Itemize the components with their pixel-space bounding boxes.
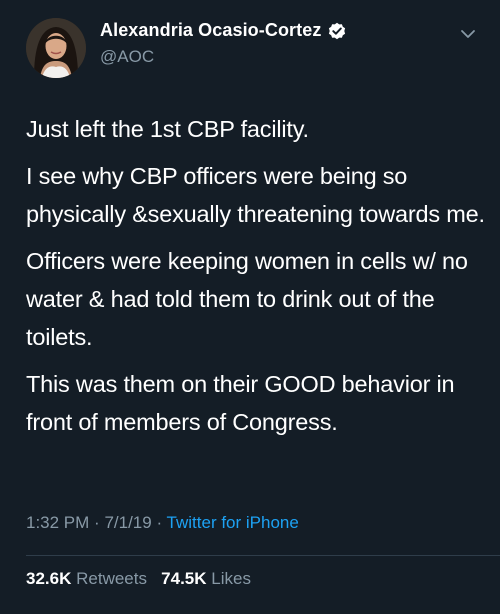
- chevron-down-icon[interactable]: [460, 27, 476, 39]
- tweet-paragraph: I see why CBP officers were being so phy…: [26, 163, 485, 227]
- tweet-date[interactable]: 7/1/19: [104, 513, 151, 532]
- display-name[interactable]: Alexandria Ocasio-Cortez: [100, 20, 321, 41]
- tweet-paragraph: This was them on their GOOD behavior in …: [26, 371, 455, 435]
- retweets-label: Retweets: [76, 569, 147, 588]
- likes-label: Likes: [211, 569, 251, 588]
- tweet-source-link[interactable]: Twitter for iPhone: [167, 513, 299, 532]
- tweet-stats: 32.6K Retweets 74.5K Likes: [26, 569, 251, 589]
- tweet-meta: 1:32 PM · 7/1/19 · Twitter for iPhone: [26, 513, 299, 533]
- tweet-header: Alexandria Ocasio-Cortez @AOC: [0, 0, 500, 100]
- user-handle[interactable]: @AOC: [100, 47, 154, 67]
- divider: [26, 555, 500, 556]
- tweet-time[interactable]: 1:32 PM: [26, 513, 89, 532]
- tweet-paragraph: Officers were keeping women in cells w/ …: [26, 248, 468, 350]
- likes-stat[interactable]: 74.5K Likes: [161, 569, 251, 588]
- likes-count: 74.5K: [161, 569, 207, 588]
- retweets-count: 32.6K: [26, 569, 72, 588]
- tweet-paragraph: Just left the 1st CBP facility.: [26, 116, 309, 142]
- tweet-card: Alexandria Ocasio-Cortez @AOC Just left …: [0, 0, 500, 614]
- name-row: Alexandria Ocasio-Cortez: [100, 20, 346, 41]
- meta-separator: ·: [94, 513, 100, 532]
- tweet-body: Just left the 1st CBP facility. I see wh…: [26, 110, 488, 450]
- retweets-stat[interactable]: 32.6K Retweets: [26, 569, 152, 588]
- meta-separator: ·: [156, 513, 163, 532]
- avatar[interactable]: [26, 18, 86, 78]
- verified-badge-icon: [328, 22, 346, 40]
